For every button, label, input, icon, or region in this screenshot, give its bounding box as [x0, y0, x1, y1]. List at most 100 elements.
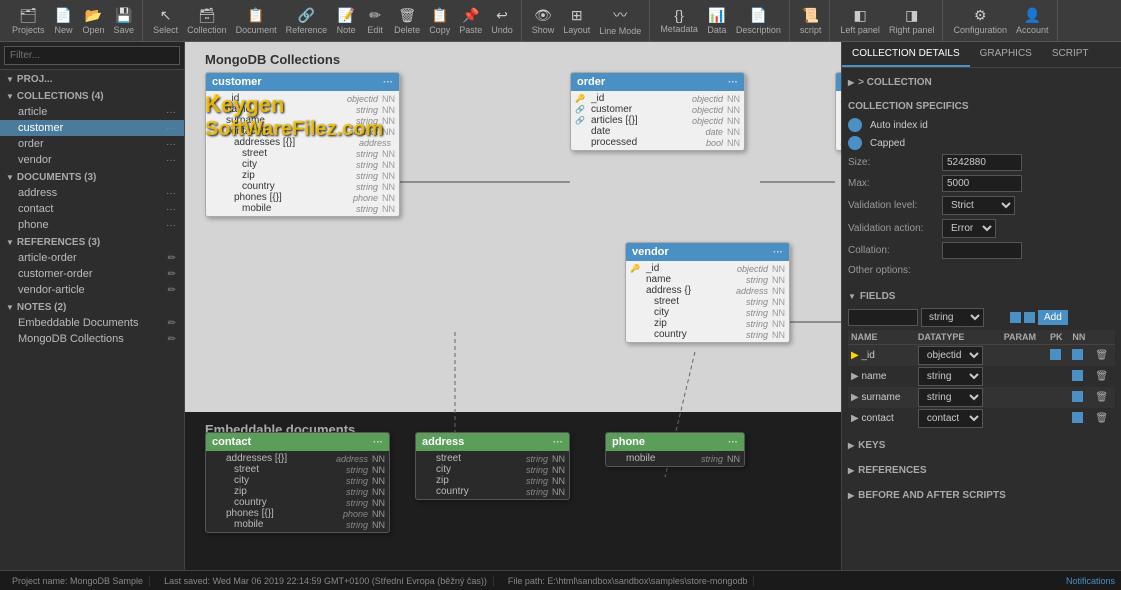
save-button[interactable]: 💾Save — [110, 5, 139, 37]
col-header-datatype: DATATYPE — [915, 330, 1001, 345]
table-address-embedded[interactable]: address··· streetstringNN citystringNN z… — [415, 432, 570, 500]
table-article-body: 🔑_idobjectidNN titlestringNN pricedouble… — [836, 91, 841, 150]
field-type-select[interactable]: objectid — [918, 346, 983, 365]
edit-button[interactable]: ✏Edit — [361, 5, 389, 37]
sidebar-item-address[interactable]: address··· — [0, 185, 184, 201]
select-button[interactable]: ↖Select — [149, 5, 182, 37]
sidebar-item-customer-order[interactable]: customer-order✏ — [0, 266, 184, 282]
rightpanel-button[interactable]: ◨Right panel — [885, 5, 939, 37]
sidebar-section-collections[interactable]: ▼ COLLECTIONS (4) — [0, 87, 184, 104]
col-header-nn: NN — [1069, 330, 1092, 345]
section-fields: ▼ FIELDS stringobjectidintdoublebooldate… — [848, 288, 1115, 429]
sidebar-section-project[interactable]: ▼ PROJ... — [0, 70, 184, 87]
table-address-header[interactable]: address··· — [416, 433, 569, 451]
toolbar-group-view: 👁Show ⊞Layout 〰Line Mode — [524, 0, 651, 41]
field-delete-icon[interactable]: 🗑 — [1095, 413, 1108, 424]
new-field-type-select[interactable]: stringobjectidintdoublebooldate — [921, 308, 984, 327]
size-input[interactable] — [942, 154, 1022, 171]
field-pk-check[interactable] — [1050, 349, 1061, 360]
field-nn-check[interactable] — [1072, 391, 1083, 402]
field-nn-check[interactable] — [1072, 349, 1083, 360]
search-input[interactable] — [4, 46, 180, 65]
show-button[interactable]: 👁Show — [528, 5, 559, 37]
sidebar-item-embeddable-docs[interactable]: Embeddable Documents✏ — [0, 315, 184, 331]
table-article-header[interactable]: article··· — [836, 73, 841, 91]
arrow-icon: ▼ — [6, 75, 14, 84]
field-type-select[interactable]: contact — [918, 409, 983, 428]
undo-button[interactable]: ↩Undo — [487, 5, 517, 37]
sidebar-item-vendor[interactable]: vendor··· — [0, 152, 184, 168]
pk-checkbox[interactable] — [1010, 312, 1021, 323]
table-vendor[interactable]: vendor··· 🔑_idobjectidNN namestringNN ad… — [625, 242, 790, 343]
account-button[interactable]: 👤Account — [1012, 5, 1053, 37]
sidebar-item-article-order[interactable]: article-order✏ — [0, 250, 184, 266]
sidebar-section-references[interactable]: ▼ REFERENCES (3) — [0, 233, 184, 250]
collection-button[interactable]: 🗃Collection — [183, 5, 231, 37]
note-button[interactable]: 📝Note — [332, 5, 360, 37]
field-nn-check[interactable] — [1072, 412, 1083, 423]
section-collection-header[interactable]: ▶ > COLLECTION — [848, 74, 1115, 91]
sidebar-item-contact[interactable]: contact··· — [0, 201, 184, 217]
projects-button[interactable]: 🗂Projects — [8, 5, 49, 37]
table-contact-header[interactable]: contact··· — [206, 433, 389, 451]
table-article[interactable]: article··· 🔑_idobjectidNN titlestringNN … — [835, 72, 841, 151]
field-delete-icon[interactable]: 🗑 — [1095, 371, 1108, 382]
table-contact-embedded[interactable]: contact··· addresses [{}]addressNN stree… — [205, 432, 390, 533]
radio-capped-icon[interactable] — [848, 136, 862, 150]
table-vendor-header[interactable]: vendor··· — [626, 243, 789, 261]
delete-button[interactable]: 🗑Delete — [390, 5, 424, 37]
new-field-name-input[interactable] — [848, 309, 918, 326]
add-field-button[interactable]: Add — [1038, 310, 1068, 325]
reference-button[interactable]: 🔗Reference — [282, 5, 332, 37]
document-button[interactable]: 📋Document — [232, 5, 281, 37]
row-collation: Collation: — [848, 240, 1115, 261]
data-button[interactable]: 📊Data — [703, 5, 731, 37]
radio-autoindex-icon[interactable] — [848, 118, 862, 132]
linemode-button[interactable]: 〰Line Mode — [595, 3, 645, 38]
table-order-header[interactable]: order··· — [571, 73, 744, 91]
section-fields-header[interactable]: ▼ FIELDS — [848, 288, 1115, 305]
validation-level-select[interactable]: StrictModerateOff — [942, 196, 1015, 215]
section-before-after-header[interactable]: ▶ BEFORE AND AFTER SCRIPTS — [848, 487, 1115, 504]
table-phone-embedded[interactable]: phone··· mobilestringNN — [605, 432, 745, 467]
section-keys-header[interactable]: ▶ KEYS — [848, 437, 1115, 454]
sidebar-item-phone[interactable]: phone··· — [0, 217, 184, 233]
sidebar-section-notes[interactable]: ▼ NOTES (2) — [0, 298, 184, 315]
tab-graphics[interactable]: GRAPHICS — [970, 42, 1042, 67]
configuration-button[interactable]: ⚙Configuration — [949, 5, 1011, 37]
open-button[interactable]: 📂Open — [79, 5, 109, 37]
description-button[interactable]: 📄Description — [732, 5, 785, 37]
canvas-area[interactable]: Keygen SoftWareFilez.com MongoDB Collect… — [185, 42, 841, 570]
sidebar-item-vendor-article[interactable]: vendor-article✏ — [0, 282, 184, 298]
sidebar-section-documents[interactable]: ▼ DOCUMENTS (3) — [0, 168, 184, 185]
table-order[interactable]: order··· 🔑_idobjectidNN 🔗customerobjecti… — [570, 72, 745, 151]
sidebar-item-mongodb-collections[interactable]: MongoDB Collections✏ — [0, 331, 184, 347]
table-phone-header[interactable]: phone··· — [606, 433, 744, 451]
script-button[interactable]: 📜script — [796, 5, 826, 37]
tab-script[interactable]: SCRIPT — [1042, 42, 1099, 67]
leftpanel-button[interactable]: ◧Left panel — [836, 5, 884, 37]
field-type-select[interactable]: string — [918, 388, 983, 407]
field-delete-icon[interactable]: 🗑 — [1095, 392, 1108, 403]
layout-button[interactable]: ⊞Layout — [559, 5, 594, 37]
sidebar-item-article[interactable]: article··· — [0, 104, 184, 120]
paste-button[interactable]: 📌Paste — [455, 5, 486, 37]
field-nn-check[interactable] — [1072, 370, 1083, 381]
sidebar-item-order[interactable]: order··· — [0, 136, 184, 152]
table-row: zipstringNN — [626, 318, 789, 329]
tab-collection-details[interactable]: COLLECTION DETAILS — [842, 42, 970, 67]
new-button[interactable]: 📄New — [50, 5, 78, 37]
metadata-button[interactable]: {}Metadata — [656, 5, 702, 36]
table-customer[interactable]: customer··· 🔑_idobjectidNN namestringNN … — [205, 72, 400, 217]
max-input[interactable] — [942, 175, 1022, 192]
copy-button[interactable]: 📋Copy — [425, 5, 454, 37]
sidebar-item-customer[interactable]: customer··· — [0, 120, 184, 136]
nn-checkbox[interactable] — [1024, 312, 1035, 323]
status-notifications[interactable]: Notifications — [1066, 576, 1115, 586]
validation-action-select[interactable]: ErrorWarn — [942, 219, 996, 238]
collation-input[interactable] — [942, 242, 1022, 259]
section-references-header[interactable]: ▶ REFERENCES — [848, 462, 1115, 479]
field-delete-icon[interactable]: 🗑 — [1095, 350, 1108, 361]
table-customer-header[interactable]: customer··· — [206, 73, 399, 91]
field-type-select[interactable]: string — [918, 367, 983, 386]
